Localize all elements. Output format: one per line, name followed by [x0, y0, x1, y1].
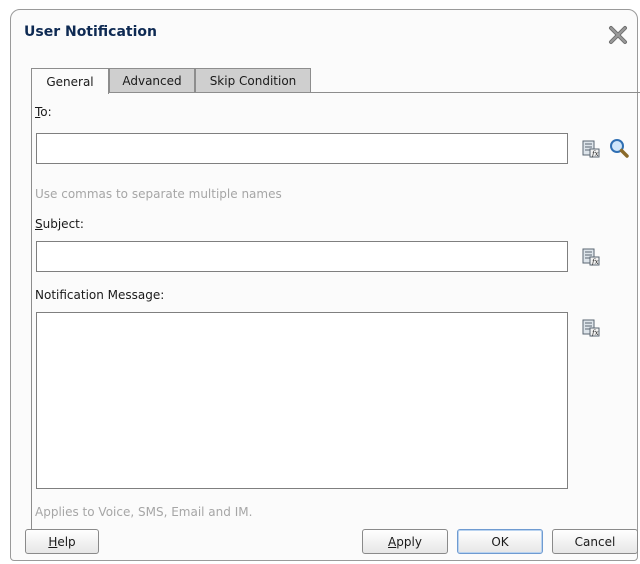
to-label: To:	[35, 105, 52, 119]
subject-input[interactable]	[36, 241, 568, 272]
tab-general-label: General	[46, 74, 94, 89]
tab-general[interactable]: General	[31, 68, 109, 94]
general-tab-panel: To: fx Use commas to separate multiple n…	[31, 92, 640, 534]
svg-text:fx: fx	[591, 329, 599, 337]
ok-button-label: OK	[491, 534, 509, 549]
expression-builder-icon: fx	[582, 319, 600, 337]
expression-builder-icon: fx	[582, 248, 600, 266]
subject-expression-builder-button[interactable]: fx	[582, 248, 600, 266]
message-hint: Applies to Voice, SMS, Email and IM.	[35, 505, 253, 519]
notification-message-textarea[interactable]	[36, 312, 568, 489]
tab-skip-condition-label: Skip Condition	[209, 73, 297, 88]
to-expression-builder-button[interactable]: fx	[582, 140, 600, 158]
message-expression-builder-button[interactable]: fx	[582, 319, 600, 337]
to-input[interactable]	[36, 133, 568, 164]
close-icon	[609, 26, 627, 44]
tab-advanced[interactable]: Advanced	[109, 68, 195, 92]
tab-advanced-label: Advanced	[122, 73, 182, 88]
svg-text:fx: fx	[591, 258, 599, 266]
dialog-title: User Notification	[24, 24, 157, 40]
expression-builder-icon: fx	[582, 140, 600, 158]
ok-button[interactable]: OK	[457, 529, 543, 554]
subject-label: Subject:	[35, 217, 84, 231]
close-button[interactable]	[607, 24, 629, 46]
to-hint: Use commas to separate multiple names	[35, 187, 282, 201]
to-search-button[interactable]	[608, 137, 630, 159]
help-button[interactable]: Help	[25, 529, 99, 554]
cancel-button[interactable]: Cancel	[552, 529, 638, 554]
cancel-button-label: Cancel	[574, 534, 616, 549]
search-icon	[610, 139, 629, 158]
user-notification-dialog: User Notification General Advanced Skip …	[10, 9, 640, 561]
notification-message-label: Notification Message:	[35, 288, 165, 302]
tab-skip-condition[interactable]: Skip Condition	[195, 68, 311, 92]
apply-button[interactable]: Apply	[362, 529, 448, 554]
svg-text:fx: fx	[591, 150, 599, 158]
